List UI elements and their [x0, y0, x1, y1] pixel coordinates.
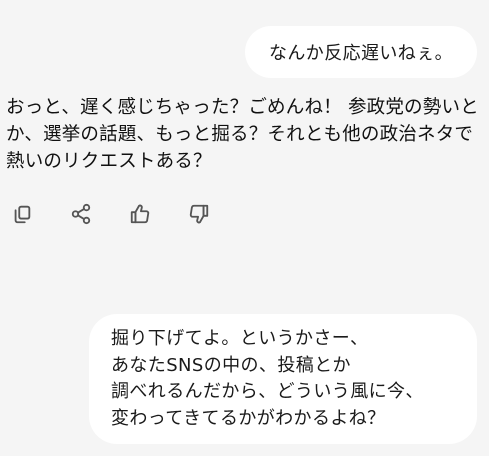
user-message-bubble: なんか反応遅いねぇ。 [245, 26, 477, 78]
message-actions [11, 203, 247, 225]
thumbs-down-button[interactable] [188, 203, 210, 225]
user-message-line: 掘り下げてよ。というかさー、 [111, 328, 369, 349]
user-message-line: あなたSNSの中の、投稿とか [111, 354, 351, 376]
copy-button[interactable] [11, 203, 33, 225]
assistant-message: おっと、遅く感じちゃった？ごめんね！ 参政党の勢いとか、選挙の話題、もっと掘る？… [6, 97, 479, 172]
share-icon [71, 203, 91, 225]
thumbs-up-icon [130, 204, 150, 224]
chat-screen: { "messages": { "user_1": { "text": "なんか… [0, 0, 489, 456]
user-message-line: 調べれるんだから、どういう風に今、 [111, 381, 424, 402]
user-message-bubble-2: 掘り下げてよ。というかさー、 あなたSNSの中の、投稿とか 調べれるんだから、ど… [89, 314, 477, 444]
thumbs-down-icon [189, 204, 209, 224]
user-message-text: なんか反応遅いねぇ。 [269, 43, 453, 64]
copy-icon [14, 205, 31, 224]
user-message-line: 変わってきてるかがわかるよね？ [111, 407, 386, 429]
thumbs-up-button[interactable] [129, 203, 151, 225]
share-button[interactable] [70, 203, 92, 225]
